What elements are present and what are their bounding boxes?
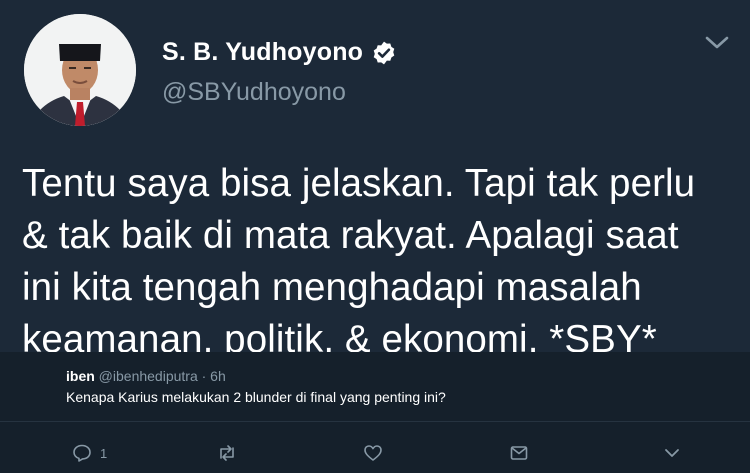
reply-button[interactable]: 1	[72, 438, 107, 468]
chevron-down-icon[interactable]	[704, 33, 730, 53]
divider	[0, 421, 750, 422]
reply-text: Kenapa Karius melakukan 2 blunder di fin…	[66, 389, 446, 405]
tweet-card: S. B. Yudhoyono @SBYudhoyono Tentu saya …	[0, 0, 750, 361]
action-bar: 1	[0, 438, 750, 468]
reply-tweet[interactable]: iben @ibenhediputra · 6h Kenapa Karius m…	[0, 352, 750, 473]
more-options-button[interactable]	[662, 438, 682, 468]
like-button[interactable]	[363, 438, 383, 468]
reply-meta: iben @ibenhediputra · 6h	[66, 368, 226, 384]
tweet-text-line: & tak baik di mata rakyat. Apalagi saat	[22, 214, 679, 257]
reply-count: 1	[100, 445, 108, 461]
chevron-down-icon	[665, 449, 679, 457]
avatar[interactable]	[24, 14, 136, 126]
heart-icon	[364, 445, 382, 461]
direct-message-button[interactable]	[509, 438, 529, 468]
user-handle[interactable]: @SBYudhoyono	[162, 78, 346, 107]
tweet-text-line: Tentu saya bisa jelaskan. Tapi tak perlu	[22, 162, 696, 205]
tweet-text: Tentu saya bisa jelaskan. Tapi tak perlu…	[22, 158, 737, 366]
reply-timestamp[interactable]: · 6h	[202, 368, 226, 384]
reply-author-handle[interactable]: @ibenhediputra	[99, 368, 198, 384]
verified-badge-icon	[373, 41, 395, 64]
retweet-icon	[220, 445, 234, 461]
tweet-text-line: ini kita tengah menghadapi masalah	[22, 266, 642, 309]
name-row: S. B. Yudhoyono	[162, 38, 397, 67]
envelope-icon	[510, 446, 528, 460]
avatar-portrait-image	[24, 14, 136, 126]
reply-author-name[interactable]: iben	[66, 368, 95, 384]
retweet-button[interactable]	[217, 438, 237, 468]
display-name[interactable]: S. B. Yudhoyono	[162, 38, 363, 67]
reply-icon	[73, 444, 91, 462]
